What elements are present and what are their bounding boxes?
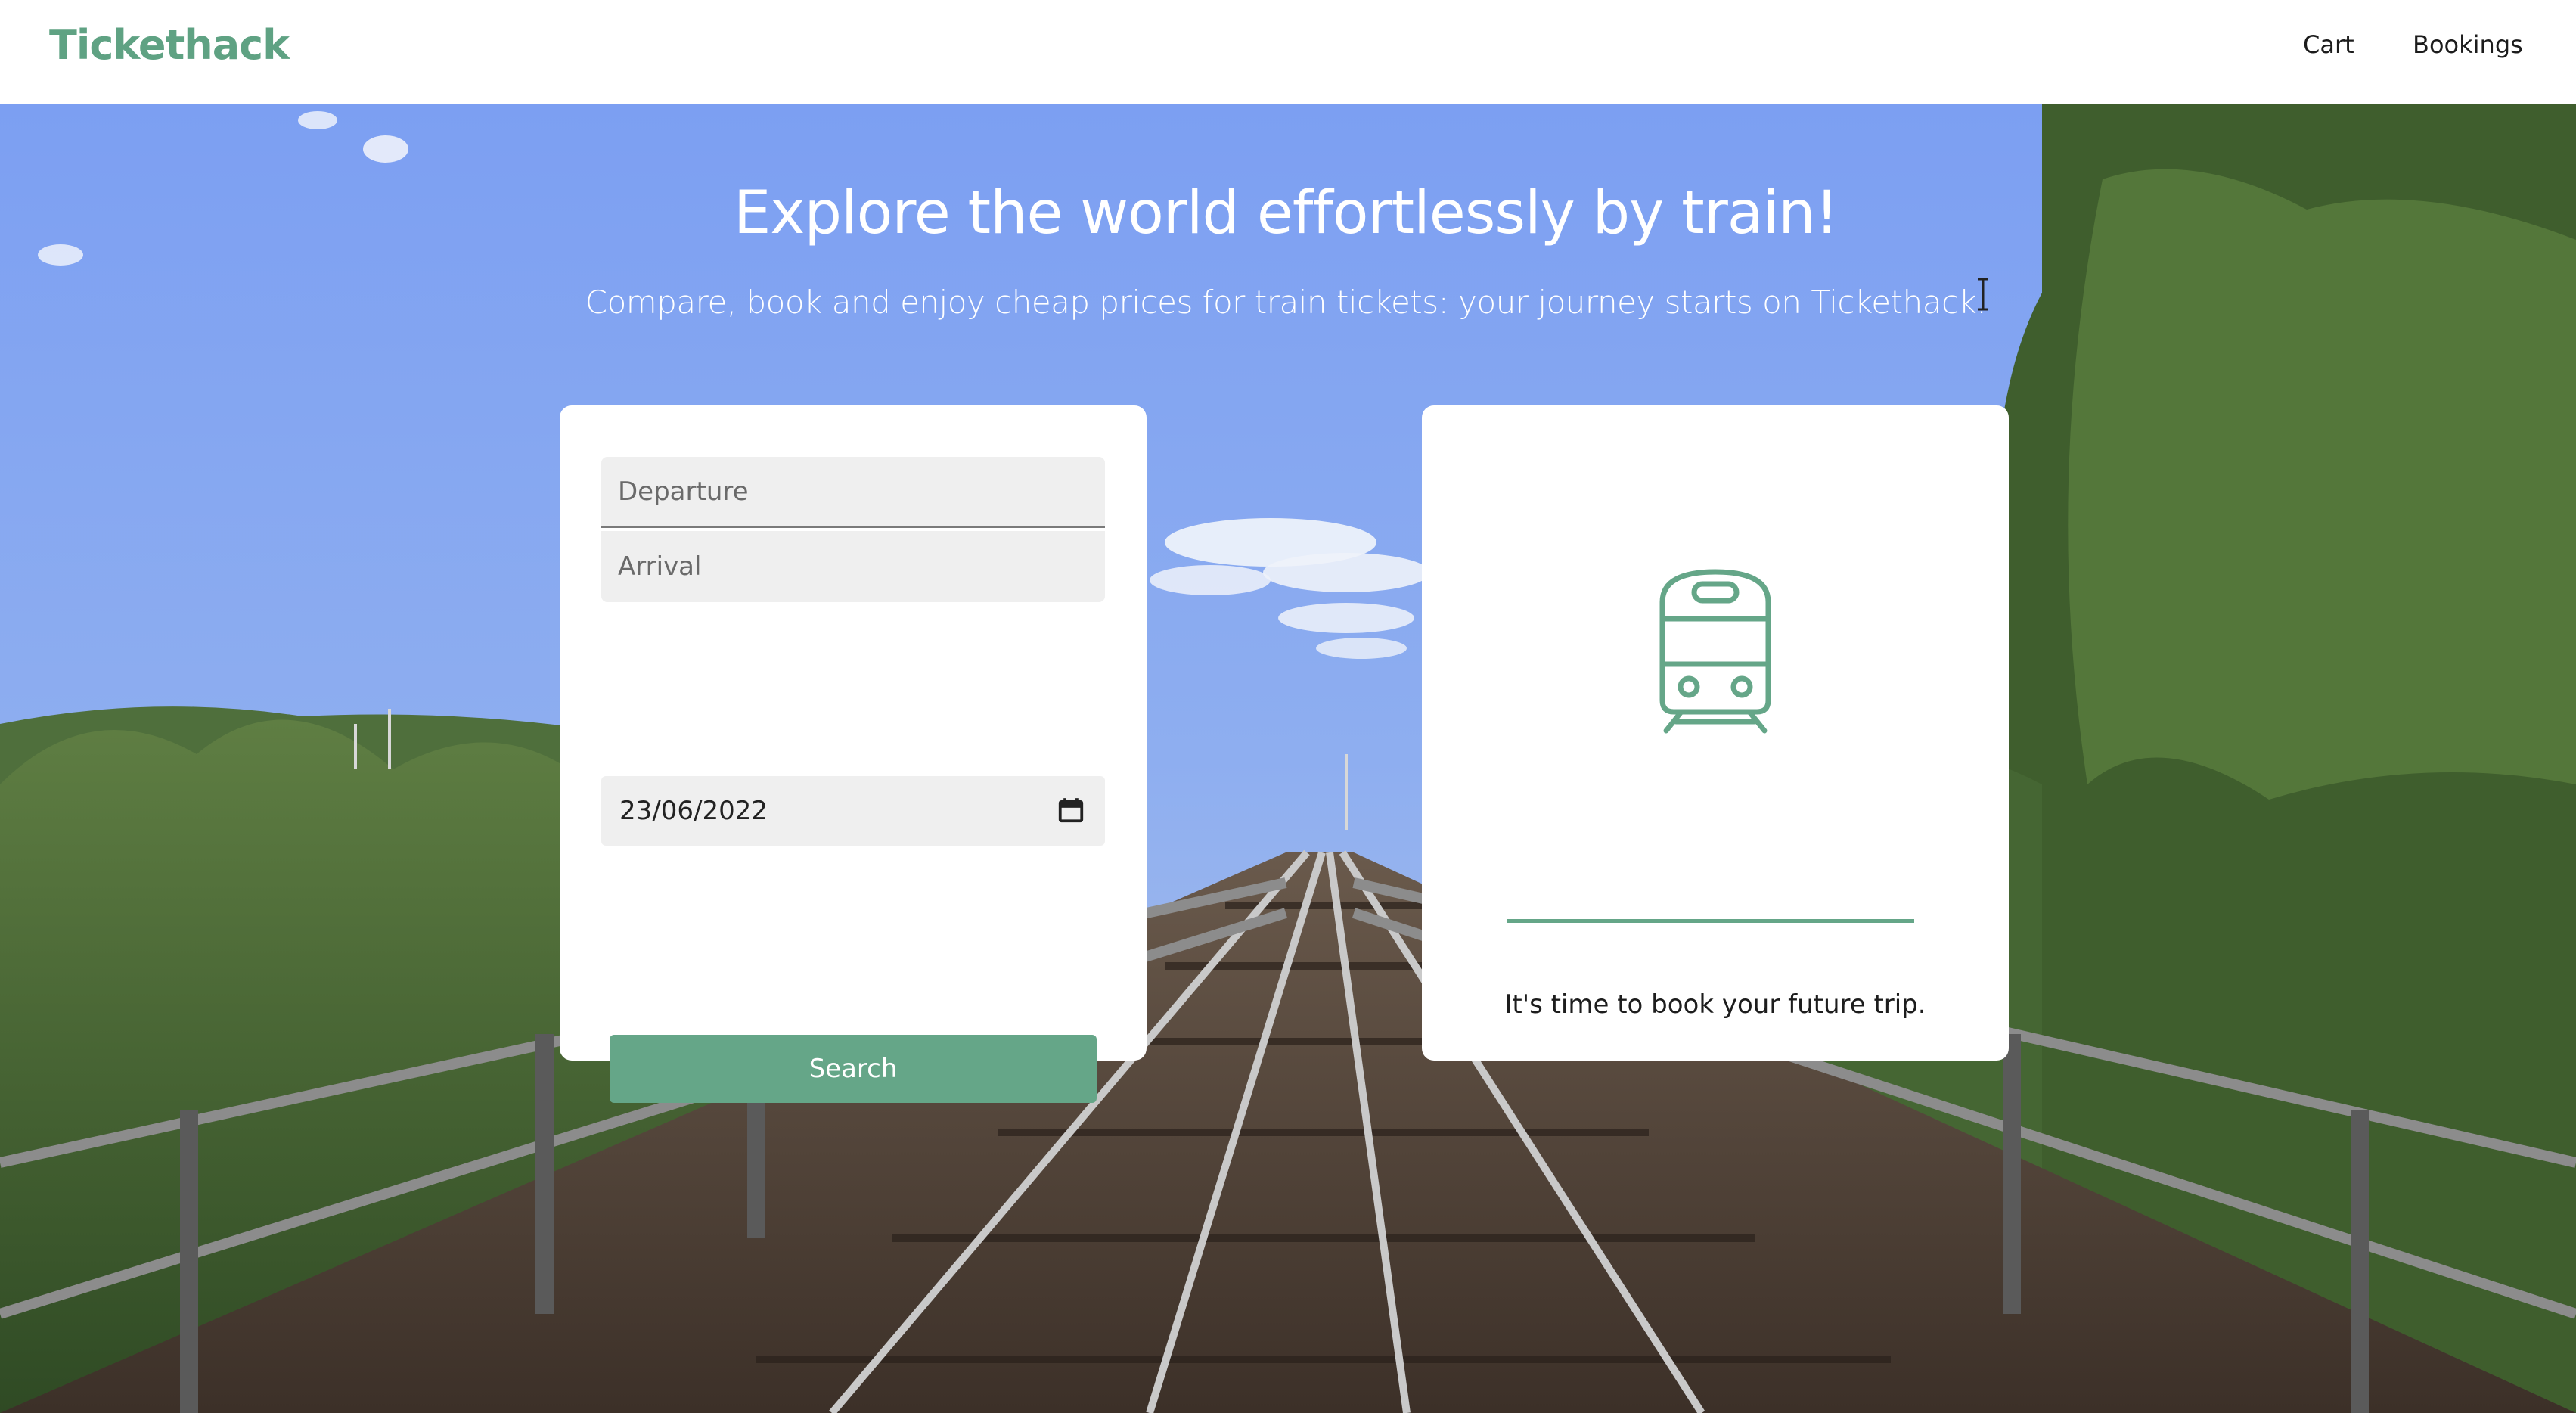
divider — [1507, 919, 1914, 923]
hero-subtitle: Compare, book and enjoy cheap prices for… — [585, 284, 1987, 321]
hero-section: Explore the world effortlessly by train!… — [0, 104, 2576, 1413]
date-value: 23/06/2022 — [619, 796, 768, 826]
calendar-icon[interactable] — [1057, 796, 1085, 825]
date-input[interactable]: 23/06/2022 — [601, 776, 1105, 846]
top-navbar: Tickethack Cart Bookings — [0, 0, 2576, 104]
arrival-input[interactable] — [601, 531, 1105, 602]
brand-logo[interactable]: Tickethack — [49, 21, 290, 69]
text-cursor-icon — [1978, 278, 1988, 311]
info-message: It's time to book your future trip. — [1504, 989, 1926, 1020]
search-button[interactable]: Search — [610, 1035, 1097, 1103]
train-icon — [1659, 569, 1771, 734]
search-card: 23/06/2022 Search — [560, 405, 1147, 1103]
nav-link-cart[interactable]: Cart — [2303, 30, 2354, 59]
departure-input[interactable] — [601, 457, 1105, 528]
hero-title: Explore the world effortlessly by train! — [734, 179, 1839, 247]
info-card: It's time to book your future trip. — [1422, 405, 2009, 1061]
nav-link-bookings[interactable]: Bookings — [2413, 30, 2523, 59]
